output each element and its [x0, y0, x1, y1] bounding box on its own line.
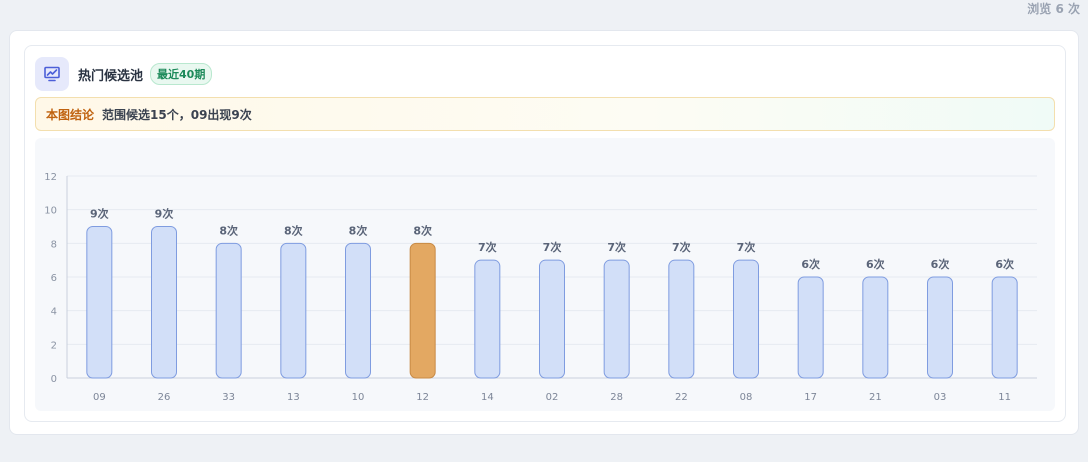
x-tick-label: 03: [934, 392, 947, 403]
x-tick-label: 14: [481, 392, 494, 403]
bar-21[interactable]: [862, 276, 889, 379]
x-tick-label: 10: [352, 392, 365, 403]
x-tick-label: 17: [804, 392, 817, 403]
y-tick-label: 12: [44, 172, 57, 183]
data-label: 8次: [219, 223, 238, 237]
bar-26[interactable]: [151, 226, 177, 379]
data-label: 7次: [607, 240, 626, 254]
data-label: 8次: [413, 223, 432, 237]
bar-14[interactable]: [474, 259, 501, 379]
chart-area: 0 2 4 6 8 10 12 9次 09 9次 26 8次 33 8次 13 8次 10 8次 12 7次 14 7次 0…: [35, 138, 1055, 411]
outer-card: 热门候选池 最近40期 本图结论 范围候选15个，09出现9次 0 2 4 6 8 10 1…: [9, 30, 1079, 435]
y-tick-label: 0: [51, 374, 57, 385]
x-tick-label: 11: [998, 392, 1011, 403]
bar-11[interactable]: [991, 276, 1018, 379]
data-label: 7次: [543, 240, 562, 254]
data-label: 9次: [90, 207, 109, 221]
bar-17[interactable]: [797, 276, 824, 379]
chart-card: 热门候选池 最近40期 本图结论 范围候选15个，09出现9次 0 2 4 6 8 10 1…: [24, 45, 1066, 422]
y-tick-label: 2: [51, 340, 57, 351]
y-tick-label: 6: [51, 273, 57, 284]
x-tick-label: 26: [158, 392, 171, 403]
data-label: 7次: [478, 240, 497, 254]
x-tick-label: 28: [610, 392, 623, 403]
conclusion-label: 本图结论: [46, 107, 95, 122]
bar-13[interactable]: [280, 242, 307, 379]
x-tick-label: 09: [93, 392, 106, 403]
x-tick-label: 33: [222, 392, 235, 403]
x-tick-label: 13: [287, 392, 300, 403]
card-title: 热门候选池: [78, 68, 144, 84]
data-label: 8次: [349, 223, 368, 237]
bar-12[interactable]: [409, 242, 436, 379]
bar-08[interactable]: [733, 259, 759, 379]
bar-22[interactable]: [668, 259, 695, 379]
period-badge: 最近40期: [150, 63, 213, 85]
bar-10[interactable]: [345, 242, 371, 379]
view-count: 浏览 6 次: [1027, 2, 1080, 16]
bar-09[interactable]: [86, 226, 113, 379]
data-label: 6次: [931, 257, 950, 271]
data-label: 9次: [155, 207, 174, 221]
bar-03[interactable]: [927, 276, 953, 379]
x-tick-label: 08: [740, 392, 753, 403]
conclusion-text: 范围候选15个，09出现9次: [102, 107, 252, 122]
data-label: 8次: [284, 223, 303, 237]
chart-icon: [35, 57, 69, 91]
x-tick-label: 22: [675, 392, 688, 403]
y-tick-label: 4: [51, 307, 57, 318]
y-tick-label: 10: [44, 206, 57, 217]
y-tick-label: 8: [51, 239, 57, 250]
bar-33[interactable]: [215, 242, 242, 379]
bar-chart: 0246810129次099次268次338次138次108次127次147次0…: [44, 172, 1037, 403]
data-label: 7次: [737, 240, 756, 254]
card-header: 热门候选池 最近40期: [35, 56, 213, 92]
data-label: 6次: [801, 257, 820, 271]
data-label: 6次: [866, 257, 885, 271]
x-tick-label: 21: [869, 392, 882, 403]
data-label: 7次: [672, 240, 691, 254]
bar-02[interactable]: [539, 259, 565, 379]
data-label: 6次: [995, 257, 1014, 271]
x-tick-label: 02: [546, 392, 559, 403]
bar-28[interactable]: [603, 259, 630, 379]
conclusion-banner: 本图结论 范围候选15个，09出现9次: [35, 97, 1055, 131]
x-tick-label: 12: [416, 392, 429, 403]
